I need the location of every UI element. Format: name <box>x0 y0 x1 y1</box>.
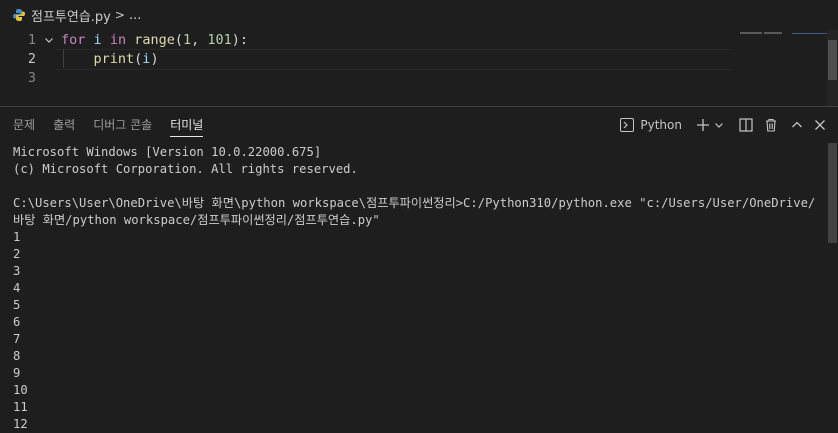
tab-debug-console[interactable]: 디버그 콘솔 <box>84 107 161 143</box>
terminal-line: 2 <box>13 247 21 261</box>
editor-scrollbar-thumb[interactable] <box>828 40 837 80</box>
terminal-profile[interactable]: Python <box>620 114 682 136</box>
split-icon <box>739 118 753 132</box>
tab-output[interactable]: 출력 <box>44 107 84 143</box>
terminal-icon <box>620 118 635 132</box>
terminal-scrollbar[interactable] <box>827 143 838 433</box>
code-editor[interactable]: 1 for i in range(1, 101): 2 print(i) 3 <box>0 30 838 106</box>
terminal-line: 3 <box>13 264 21 278</box>
close-icon <box>815 120 825 130</box>
terminal-line: 7 <box>13 332 21 346</box>
editor-scrollbar[interactable] <box>827 30 838 106</box>
terminal-line: 4 <box>13 281 21 295</box>
code-line[interactable]: 1 for i in range(1, 101): <box>0 31 760 50</box>
terminal-line: 11 <box>13 400 28 414</box>
terminal-line: 5 <box>13 298 21 312</box>
terminal-line: 12 <box>13 417 28 431</box>
code-token: print <box>93 51 135 67</box>
line-number: 3 <box>27 70 36 86</box>
python-file-icon <box>12 8 26 22</box>
terminal-line: 9 <box>13 366 21 380</box>
minimap-line <box>740 32 762 34</box>
terminal-output[interactable]: Microsoft Windows [Version 10.0.22000.67… <box>13 144 818 433</box>
terminal-line: 8 <box>13 349 21 363</box>
terminal-line: 10 <box>13 383 28 397</box>
panel-actions: Python <box>620 107 830 143</box>
terminal-line: 1 <box>13 230 21 244</box>
code-token: ( <box>174 32 183 48</box>
terminal-line: 바탕 화면/python workspace/점프투파이썬정리/점프투연습.py… <box>13 213 380 227</box>
tab-terminal[interactable]: 터미널 <box>161 107 212 143</box>
code-text: for i in range(1, 101): <box>61 31 248 50</box>
code-token: , <box>191 32 208 48</box>
terminal-dropdown-button[interactable] <box>712 114 726 136</box>
code-token: range <box>134 32 175 48</box>
terminal-scrollbar-thumb[interactable] <box>828 143 837 243</box>
line-number: 2 <box>27 51 36 67</box>
kill-terminal-button[interactable] <box>758 114 784 136</box>
terminal-line: C:\Users\User\OneDrive\바탕 화면\python work… <box>13 196 816 210</box>
code-token: for <box>61 32 86 48</box>
trash-icon <box>766 118 776 132</box>
plus-icon <box>697 119 709 131</box>
code-line[interactable]: 3 <box>0 69 760 88</box>
minimap[interactable] <box>740 30 828 106</box>
split-terminal-button[interactable] <box>734 114 758 136</box>
line-number: 1 <box>27 32 36 48</box>
chevron-down-icon <box>715 123 723 128</box>
minimap-line <box>764 32 782 34</box>
code-text: print(i) <box>61 50 159 69</box>
terminal-line: (c) Microsoft Corporation. All rights re… <box>13 162 358 176</box>
bottom-panel: 문제 출력 디버그 콘솔 터미널 Python Microsoft Window… <box>0 106 838 433</box>
breadcrumb-file[interactable]: 점프투연습.py <box>31 6 111 25</box>
maximize-panel-button[interactable] <box>784 114 810 136</box>
code-token: ) <box>150 51 159 67</box>
code-line[interactable]: 2 print(i) <box>0 50 760 69</box>
tab-problems[interactable]: 문제 <box>4 107 44 143</box>
chevron-up-icon <box>792 121 802 128</box>
minimap-slider <box>792 33 828 34</box>
code-token: in <box>109 32 127 48</box>
breadcrumb: 점프투연습.py > ... <box>0 0 838 30</box>
terminal-line: Microsoft Windows [Version 10.0.22000.67… <box>13 145 322 159</box>
close-panel-button[interactable] <box>810 114 830 136</box>
chevron-right-icon: > <box>114 8 125 22</box>
terminal-profile-label: Python <box>640 118 682 132</box>
new-terminal-button[interactable] <box>694 114 712 136</box>
code-token: 101 <box>207 32 232 48</box>
code-token: ): <box>231 32 249 48</box>
code-token: 1 <box>183 32 192 48</box>
breadcrumb-more[interactable]: ... <box>129 8 141 23</box>
code-token: i <box>93 32 102 48</box>
terminal-line: 6 <box>13 315 21 329</box>
